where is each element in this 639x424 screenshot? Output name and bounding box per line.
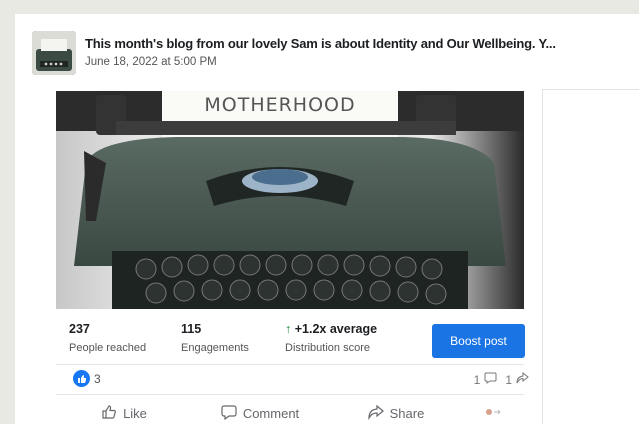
thumbs-up-icon	[101, 404, 117, 423]
comment-button[interactable]: Comment	[192, 402, 328, 424]
stat-label: People reached	[69, 342, 147, 354]
stat-engagements[interactable]: 115 Engagements	[181, 322, 249, 354]
post-title[interactable]: This month's blog from our lovely Sam is…	[85, 36, 639, 51]
divider	[542, 89, 543, 424]
like-label: Like	[123, 405, 147, 421]
audience-selector[interactable]	[464, 402, 524, 424]
divider	[542, 89, 639, 90]
comment-icon	[221, 404, 237, 423]
stat-label: Distribution score	[285, 342, 370, 354]
divider	[56, 394, 524, 395]
stat-value: 237	[69, 322, 90, 336]
share-count: 1	[505, 372, 512, 387]
image-caption: MOTHERHOOD	[204, 94, 355, 116]
post-card: This month's blog from our lovely Sam is…	[15, 14, 639, 424]
comment-label: Comment	[242, 405, 300, 421]
page-avatar[interactable]	[32, 31, 76, 75]
share-icon	[516, 371, 529, 387]
reactions-summary[interactable]: 3	[73, 370, 101, 387]
stat-people-reached[interactable]: 237 People reached	[69, 322, 146, 354]
stat-value: 115	[181, 322, 202, 336]
engagement-counts[interactable]: 1 1	[473, 371, 529, 387]
post-insights: 237 People reached 115 Engagements ↑ +1.…	[56, 310, 541, 365]
comment-icon	[484, 372, 497, 387]
divider	[56, 364, 524, 365]
audience-icon	[485, 407, 503, 419]
post-actions: Like Comment Share	[56, 402, 524, 424]
boost-post-button[interactable]: Boost post	[432, 324, 525, 358]
stat-distribution-score[interactable]: ↑ +1.2x average Distribution score	[285, 322, 377, 354]
share-icon	[368, 404, 384, 423]
stat-label: Engagements	[181, 342, 249, 354]
post-timestamp[interactable]: June 18, 2022 at 5:00 PM	[85, 56, 217, 68]
post-image[interactable]: MOTHERHOOD	[56, 91, 524, 309]
reaction-count: 3	[94, 371, 101, 386]
share-label: Share	[389, 405, 425, 421]
like-button[interactable]: Like	[56, 402, 192, 424]
share-button[interactable]: Share	[328, 402, 464, 424]
stat-value: +1.2x average	[294, 322, 378, 336]
like-reaction-icon	[73, 370, 90, 387]
arrow-up-icon: ↑	[285, 322, 292, 336]
comment-count: 1	[473, 372, 481, 387]
